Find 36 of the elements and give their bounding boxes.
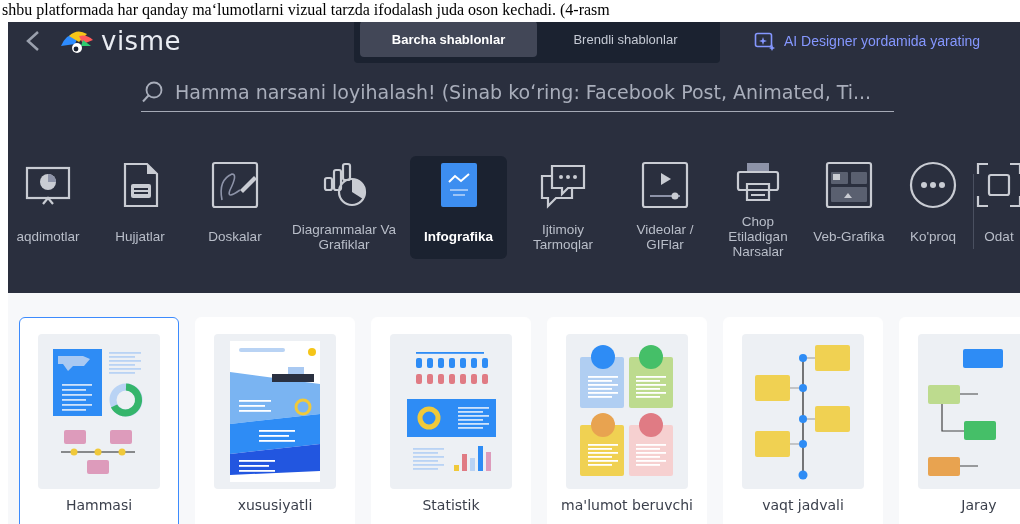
- category-button[interactable]: Odat: [974, 156, 1020, 259]
- card-label: Statistik: [422, 497, 480, 513]
- card-label: ma'lumot beruvchi: [561, 497, 693, 513]
- template-card[interactable]: Statistik: [371, 317, 531, 524]
- category-button[interactable]: aqdimotlar: [8, 156, 88, 259]
- template-card[interactable]: Hammasi: [19, 317, 179, 524]
- more-icon: [908, 160, 958, 210]
- frame-icon: [974, 160, 1020, 210]
- category-button[interactable]: Ko'proq: [893, 156, 973, 259]
- category-button[interactable]: Ijtimoiy Tarmoqlar: [507, 156, 619, 259]
- template-tab[interactable]: Brendli shablonlar: [537, 22, 714, 57]
- template-tab[interactable]: Barcha shablonlar: [360, 22, 537, 57]
- template-card[interactable]: Jaray: [899, 317, 1020, 524]
- search-field[interactable]: Hamma narsani loyihalash! (Sinab koʻring: Facebook Post, Animated, Ti...: [141, 80, 894, 112]
- video-player-icon: [640, 160, 690, 210]
- document-text: shbu platformada har qanday maʻlumotlarni vizual tarzda ifodalash juda oson kechadi. (4-rasm: [2, 0, 610, 20]
- logo-text: visme: [101, 26, 181, 56]
- pen-board-icon: [210, 160, 260, 210]
- card-label: Jaray: [961, 497, 997, 513]
- card-label: xususiyatli: [237, 497, 313, 513]
- template-card[interactable]: vaqt jadvali: [723, 317, 883, 524]
- category-button[interactable]: Hujjatlar: [88, 156, 192, 259]
- category-button[interactable]: Infografika: [410, 156, 507, 259]
- category-button[interactable]: Doskalar: [192, 156, 278, 259]
- card-label: vaqt jadvali: [762, 497, 844, 513]
- web-layout-icon: [824, 160, 874, 210]
- sparkle-screen-icon: [754, 31, 776, 51]
- category-button[interactable]: Chop Etiladigan Narsalar: [711, 156, 805, 259]
- template-card[interactable]: xususiyatli: [195, 317, 355, 524]
- category-button[interactable]: Veb-Grafika: [805, 156, 893, 259]
- template-card[interactable]: ma'lumot beruvchi: [547, 317, 707, 524]
- ai-designer-link[interactable]: AI Designer yordamida yarating: [754, 31, 981, 51]
- search-icon: [141, 80, 165, 104]
- category-button[interactable]: Diagrammalar Va Grafiklar: [278, 156, 410, 259]
- card-label: Hammasi: [65, 497, 133, 513]
- category-button[interactable]: Videolar / GIFlar: [619, 156, 711, 259]
